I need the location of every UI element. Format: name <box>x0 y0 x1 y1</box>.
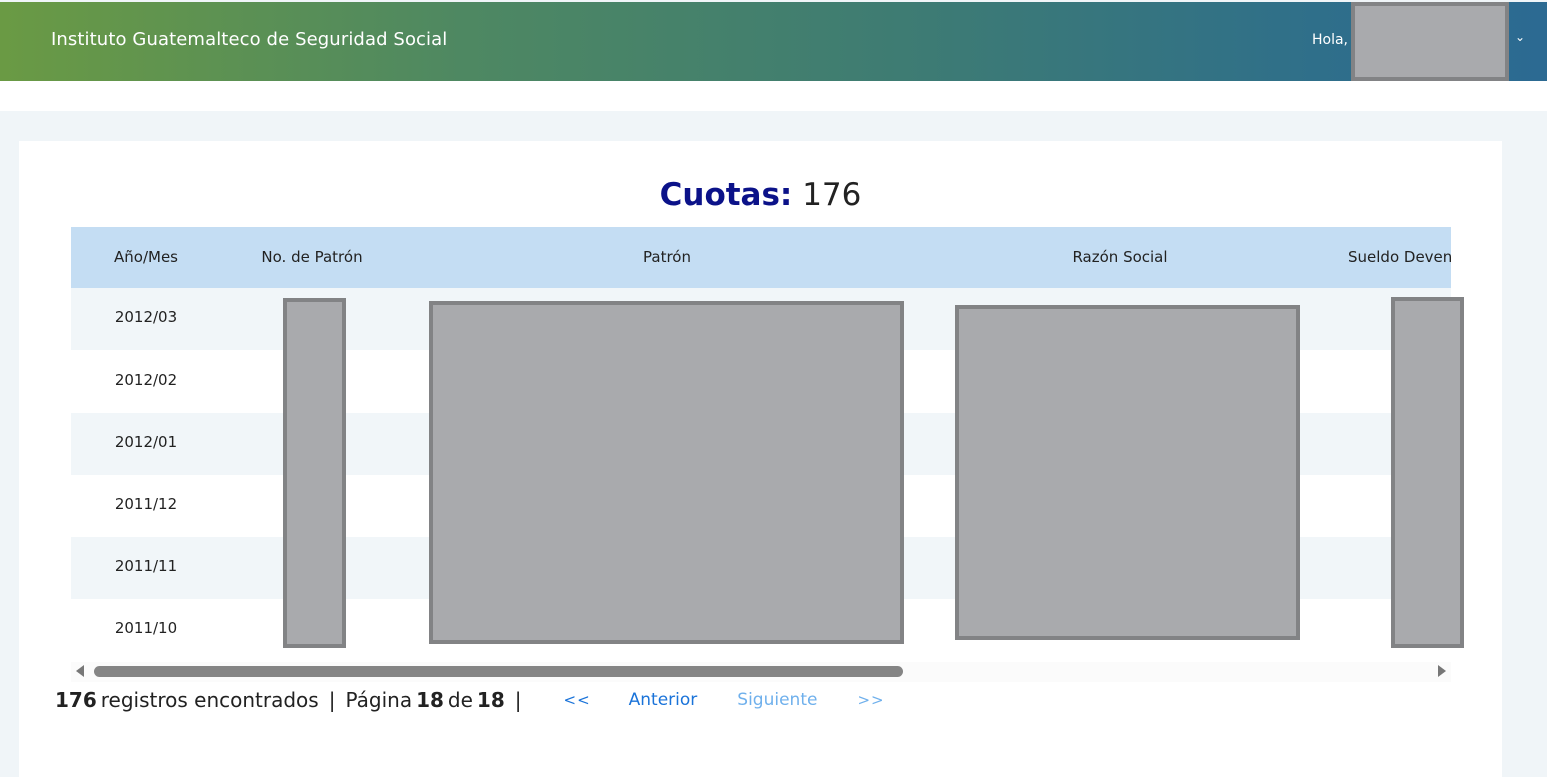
cell-periodo: 2011/11 <box>114 557 178 575</box>
cell-periodo: 2012/03 <box>114 308 178 326</box>
scroll-right-icon[interactable] <box>1438 665 1446 677</box>
redacted-razon-social <box>955 305 1300 640</box>
redacted-sueldo <box>1391 297 1464 648</box>
pagination-bar: 176 registros encontrados | Página 18 de… <box>55 687 885 713</box>
app-title[interactable]: Instituto Guatemalteco de Seguridad Soci… <box>51 29 447 50</box>
user-name-redacted[interactable] <box>1351 2 1509 81</box>
records-total: 176 <box>55 688 97 712</box>
redacted-no-patron <box>283 298 346 648</box>
chevron-down-icon[interactable]: ⌄ <box>1515 30 1525 44</box>
last-page-button[interactable]: >> <box>857 691 884 709</box>
horizontal-scrollbar[interactable] <box>71 662 1451 682</box>
scroll-left-icon[interactable] <box>76 665 84 677</box>
records-text: registros encontrados <box>100 688 319 712</box>
current-page: 18 <box>416 688 444 712</box>
separator: | <box>328 688 336 712</box>
subheader-strip <box>0 81 1547 111</box>
column-header-patron[interactable]: Patrón <box>567 248 767 266</box>
table-header: Año/Mes No. de Patrón Patrón Razón Socia… <box>71 227 1451 288</box>
cell-periodo: 2012/02 <box>114 371 178 389</box>
page-title-label: Cuotas: <box>659 177 793 213</box>
of-label: de <box>447 688 473 712</box>
column-header-no-patron[interactable]: No. de Patrón <box>241 248 383 266</box>
next-page-button[interactable]: Siguiente <box>737 690 817 710</box>
scrollbar-thumb[interactable] <box>94 666 903 677</box>
greeting-text: Hola, <box>1312 32 1349 48</box>
column-header-ano-mes[interactable]: Año/Mes <box>71 248 221 266</box>
previous-page-button[interactable]: Anterior <box>629 690 698 710</box>
redacted-patron <box>429 301 904 644</box>
column-header-sueldo[interactable]: Sueldo Deven <box>1348 248 1451 266</box>
column-header-razon-social[interactable]: Razón Social <box>1020 248 1220 266</box>
cell-periodo: 2011/12 <box>114 495 178 513</box>
separator: | <box>514 688 522 712</box>
top-navbar: Instituto Guatemalteco de Seguridad Soci… <box>0 2 1547 81</box>
first-page-button[interactable]: << <box>564 691 591 709</box>
total-pages: 18 <box>476 688 505 712</box>
page-label: Página <box>345 688 413 712</box>
page-title-count: 176 <box>802 177 862 213</box>
page-title: Cuotas: 176 <box>0 177 1521 213</box>
cell-periodo: 2011/10 <box>114 619 178 637</box>
cell-periodo: 2012/01 <box>114 433 178 451</box>
